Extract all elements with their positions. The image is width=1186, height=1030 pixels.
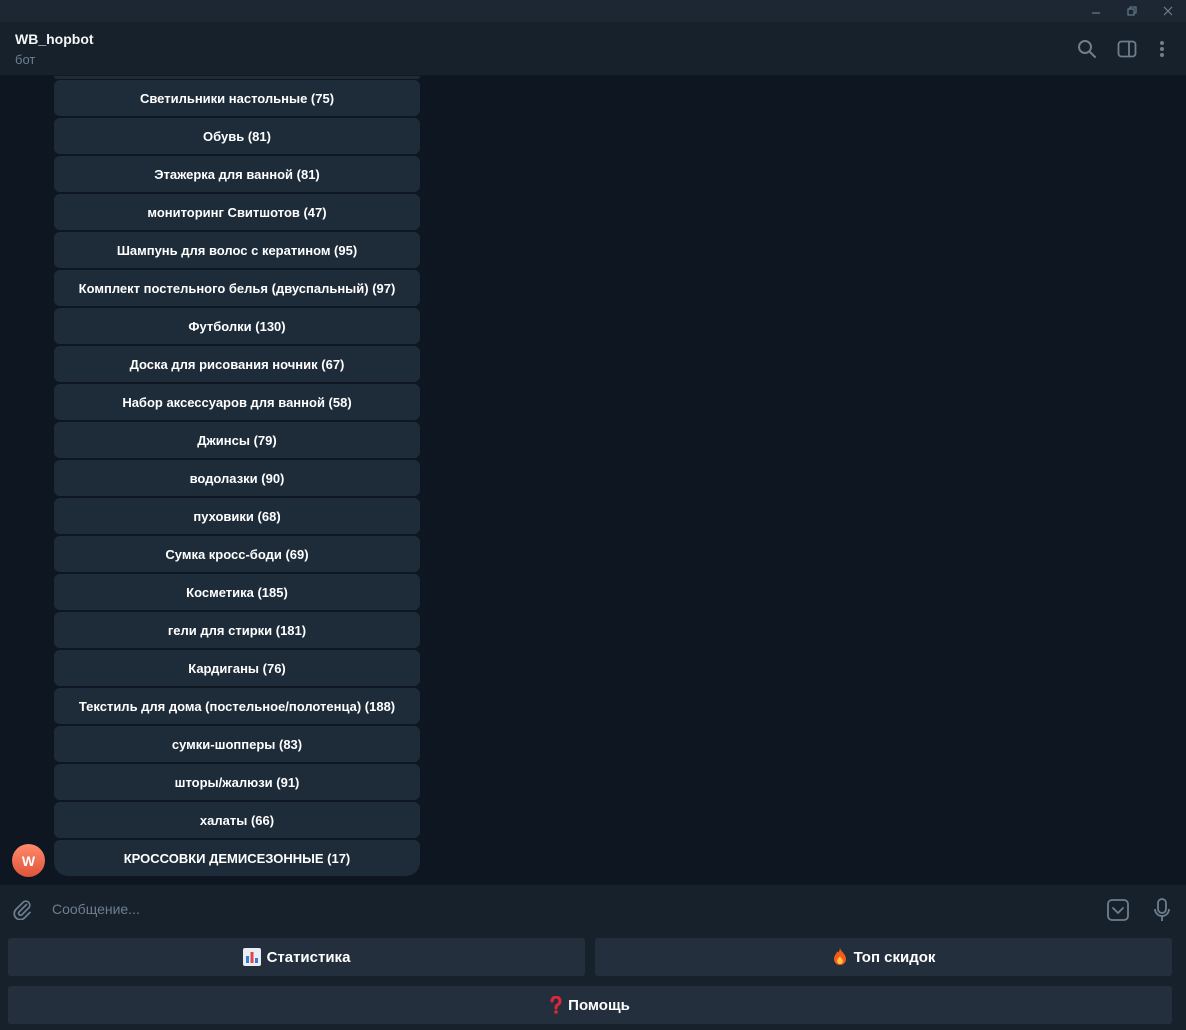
- help-button[interactable]: Помощь: [8, 986, 1172, 1024]
- restore-icon[interactable]: [1114, 0, 1150, 22]
- inline-button[interactable]: Шампунь для волос с кератином (95): [54, 232, 420, 268]
- inline-button[interactable]: Этажерка для ванной (81): [54, 156, 420, 192]
- keyboard-top-edge: [54, 76, 420, 79]
- fire-icon: [832, 948, 848, 966]
- inline-button[interactable]: Комплект постельного белья (двуспальный)…: [54, 270, 420, 306]
- avatar[interactable]: W: [12, 844, 45, 877]
- top-discounts-label: Топ скидок: [853, 948, 936, 966]
- sidebar-toggle-icon[interactable]: [1115, 37, 1139, 61]
- inline-button[interactable]: КРОССОВКИ ДЕМИСЕЗОННЫЕ (17): [54, 840, 420, 876]
- top-discounts-button[interactable]: Топ скидок: [595, 938, 1172, 976]
- inline-button[interactable]: Джинсы (79): [54, 422, 420, 458]
- inline-button[interactable]: Сумка кросс-боди (69): [54, 536, 420, 572]
- message-list[interactable]: Светильники настольные (75) Обувь (81) Э…: [0, 76, 1186, 884]
- inline-button[interactable]: шторы/жалюзи (91): [54, 764, 420, 800]
- inline-button[interactable]: Набор аксессуаров для ванной (58): [54, 384, 420, 420]
- statistics-label: Статистика: [266, 948, 351, 966]
- bar-chart-icon: [242, 948, 261, 966]
- statistics-button[interactable]: Статистика: [8, 938, 585, 976]
- inline-button[interactable]: Доска для рисования ночник (67): [54, 346, 420, 382]
- close-icon[interactable]: [1150, 0, 1186, 22]
- inline-button[interactable]: халаты (66): [54, 802, 420, 838]
- reply-keyboard: Статистика Топ скидок Помощь: [0, 932, 1186, 1030]
- keyboard-toggle-icon[interactable]: [1105, 897, 1131, 923]
- message-composer: [0, 884, 1186, 932]
- chat-subtitle: бот: [15, 52, 36, 67]
- inline-button[interactable]: Косметика (185): [54, 574, 420, 610]
- inline-button[interactable]: водолазки (90): [54, 460, 420, 496]
- inline-button[interactable]: Светильники настольные (75): [54, 80, 420, 116]
- more-vertical-icon[interactable]: [1150, 37, 1174, 61]
- inline-button[interactable]: гели для стирки (181): [54, 612, 420, 648]
- message-input[interactable]: [50, 897, 1090, 921]
- paperclip-icon[interactable]: [10, 897, 34, 921]
- inline-button[interactable]: пуховики (68): [54, 498, 420, 534]
- minimize-icon[interactable]: [1078, 0, 1114, 22]
- question-mark-icon: [550, 996, 562, 1014]
- window-titlebar: [0, 0, 1186, 22]
- search-icon[interactable]: [1075, 37, 1099, 61]
- microphone-icon[interactable]: [1150, 897, 1174, 923]
- inline-button[interactable]: мониторинг Свитшотов (47): [54, 194, 420, 230]
- help-label: Помощь: [568, 996, 630, 1014]
- inline-button[interactable]: Кардиганы (76): [54, 650, 420, 686]
- inline-button[interactable]: Текстиль для дома (постельное/полотенца)…: [54, 688, 420, 724]
- chat-header: WB_hopbot бот: [0, 22, 1186, 76]
- inline-button[interactable]: Футболки (130): [54, 308, 420, 344]
- inline-button[interactable]: Обувь (81): [54, 118, 420, 154]
- inline-button[interactable]: сумки-шопперы (83): [54, 726, 420, 762]
- chat-title[interactable]: WB_hopbot: [15, 31, 94, 47]
